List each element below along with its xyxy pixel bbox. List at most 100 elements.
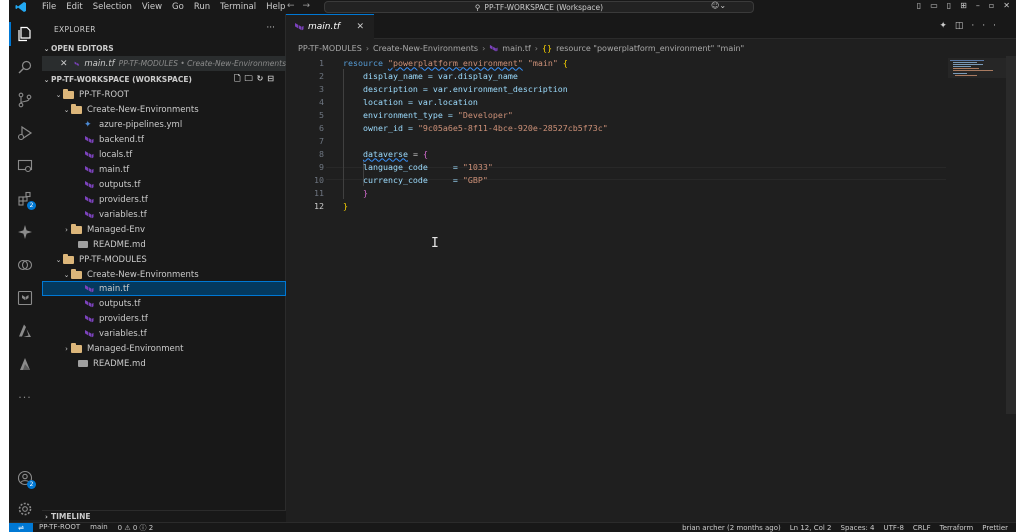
terraform-file-icon — [85, 150, 94, 158]
chevron-down-icon: ⌄ — [55, 90, 62, 99]
layout-icon[interactable]: ⊞ — [960, 1, 967, 10]
minimap[interactable] — [948, 58, 1006, 78]
code-token: "9c05a6e5-8f11-4bce-920e-28527cb5f73c" — [417, 122, 608, 133]
file-label: variables.tf — [99, 328, 147, 339]
open-editors-header[interactable]: ⌄ OPEN EDITORS — [42, 41, 286, 56]
readme-item[interactable]: README.md — [42, 237, 286, 252]
source-control-icon[interactable] — [16, 91, 34, 109]
breadcrumb-item[interactable]: Create-New-Environments — [373, 44, 478, 53]
root-folder-label: PP-TF-ROOT — [79, 89, 129, 100]
menu-view[interactable]: View — [137, 2, 167, 12]
accounts-sync-icon[interactable] — [16, 256, 34, 274]
extensions-icon[interactable]: 2 — [16, 190, 36, 210]
folder-icon — [71, 223, 82, 234]
menu-terminal[interactable]: Terminal — [215, 2, 261, 12]
breadcrumb-item[interactable]: resource "powerplatform_environment" "ma… — [556, 44, 744, 53]
vertical-scrollbar[interactable] — [1006, 56, 1016, 414]
status-git-branch[interactable]: main — [90, 523, 108, 532]
modules-env-folder[interactable]: ⌄ Create-New-Environments — [42, 267, 286, 282]
menu-selection[interactable]: Selection — [88, 2, 137, 12]
menu-edit[interactable]: Edit — [61, 2, 87, 12]
menu-file[interactable]: File — [37, 2, 61, 12]
back-arrow-icon[interactable]: ← — [287, 1, 303, 11]
status-position[interactable]: Ln 12, Col 2 — [790, 524, 832, 532]
modules-folder[interactable]: ⌄ PP-TF-MODULES — [42, 252, 286, 267]
minimize-icon[interactable]: – — [976, 1, 980, 10]
close-window-icon[interactable]: ✕ — [1003, 1, 1010, 10]
file-item[interactable]: backend.tf — [42, 132, 286, 147]
remote-indicator-icon[interactable]: ⇌ — [9, 522, 33, 532]
line-number: 6 — [319, 122, 324, 133]
root-env-folder[interactable]: ⌄ Create-New-Environments — [42, 102, 286, 117]
readme-item[interactable]: README.md — [42, 356, 286, 371]
more-actions-icon[interactable]: ··· — [971, 21, 1004, 31]
file-item[interactable]: variables.tf — [42, 326, 286, 341]
workspace-header[interactable]: ⌄ PP-TF-WORKSPACE (WORKSPACE) 🗋🗀↻⊟ — [42, 72, 286, 87]
status-encoding[interactable]: UTF-8 — [884, 524, 904, 532]
split-editor-icon[interactable]: ◫ — [955, 21, 972, 31]
collapse-all-icon[interactable]: ⊟ — [267, 74, 278, 83]
collapsed-folder[interactable]: › Managed-Environment — [42, 341, 286, 356]
menu-run[interactable]: Run — [189, 2, 215, 12]
copilot-sparkle-icon[interactable]: ✦ — [939, 21, 955, 31]
file-item[interactable]: providers.tf — [42, 311, 286, 326]
status-formatter[interactable]: Prettier — [982, 524, 1008, 532]
readme-label: README.md — [93, 358, 146, 369]
file-item[interactable]: ✦ azure-pipelines.yml — [42, 117, 286, 132]
file-item[interactable]: variables.tf — [42, 207, 286, 222]
toggle-panel-icon[interactable]: ▭ — [930, 1, 938, 10]
status-language[interactable]: Terraform — [940, 524, 974, 532]
file-item[interactable]: outputs.tf — [42, 296, 286, 311]
run-debug-icon[interactable] — [16, 124, 34, 142]
status-workspace[interactable]: PP-TF-ROOT — [39, 523, 80, 532]
file-item[interactable]: main.tf — [42, 162, 286, 177]
forward-arrow-icon[interactable]: → — [303, 1, 319, 11]
collapsed-folder[interactable]: › Managed-Env — [42, 222, 286, 237]
breadcrumb-item[interactable]: main.tf — [502, 44, 530, 53]
explorer-more-icon[interactable]: ··· — [266, 23, 275, 33]
new-folder-icon[interactable]: 🗀 — [245, 74, 257, 83]
extensions-badge: 2 — [27, 201, 36, 210]
copilot-icon[interactable]: ☺⌄ — [711, 1, 726, 10]
azure-icon[interactable] — [16, 322, 34, 340]
status-spaces[interactable]: Spaces: 4 — [841, 524, 875, 532]
maximize-icon[interactable]: ▫ — [989, 1, 994, 10]
open-editor-item[interactable]: ✕ main.tf PP-TF-MODULES • Create-New-Env… — [42, 56, 286, 71]
refresh-icon[interactable]: ↻ — [257, 74, 268, 83]
new-file-icon[interactable]: 🗋 — [234, 74, 244, 83]
remote-explorer-icon[interactable] — [16, 157, 34, 175]
tab-main-tf[interactable]: main.tf ✕ — [286, 14, 374, 39]
close-editor-icon[interactable]: ✕ — [60, 59, 68, 69]
close-tab-icon[interactable]: ✕ — [356, 22, 364, 32]
terraform-file-icon — [74, 61, 80, 66]
status-eol[interactable]: CRLF — [913, 524, 931, 532]
file-item-selected[interactable]: main.tf — [42, 281, 286, 296]
menu-go[interactable]: Go — [167, 2, 189, 12]
file-label: providers.tf — [99, 313, 148, 324]
toggle-secondary-sidebar-icon[interactable]: ▯ — [947, 1, 951, 10]
terraform-view-icon[interactable] — [16, 289, 34, 307]
menu-bar: File Edit Selection View Go Run Terminal… — [37, 2, 290, 12]
command-center[interactable]: ⚲ PP-TF-WORKSPACE (Workspace) — [324, 1, 754, 13]
file-item[interactable]: locals.tf — [42, 147, 286, 162]
search-view-icon[interactable] — [16, 58, 34, 76]
toggle-sidebar-icon[interactable]: ▯ — [917, 1, 921, 10]
markdown-file-icon — [78, 241, 88, 248]
accounts-icon[interactable]: 2 — [16, 469, 36, 489]
file-item[interactable]: outputs.tf — [42, 177, 286, 192]
breadcrumb-item[interactable]: PP-TF-MODULES — [298, 44, 362, 53]
status-problems[interactable]: 0 ⚠ 0 ⓘ 2 — [118, 523, 154, 532]
command-center-label: PP-TF-WORKSPACE (Workspace) — [484, 2, 604, 12]
status-blame[interactable]: brian archer (2 months ago) — [682, 524, 781, 532]
timeline-header[interactable]: › TIMELINE — [42, 510, 286, 522]
root-folder[interactable]: ⌄ PP-TF-ROOT — [42, 87, 286, 102]
text-cursor-icon: I — [431, 236, 439, 251]
more-views-icon[interactable]: ··· — [16, 388, 34, 406]
settings-gear-icon[interactable] — [16, 500, 34, 518]
folder-icon — [71, 268, 82, 279]
file-item[interactable]: providers.tf — [42, 192, 286, 207]
terraform-file-icon — [85, 299, 94, 307]
explorer-icon[interactable] — [16, 25, 34, 43]
copilot-chat-icon[interactable] — [16, 223, 34, 241]
power-platform-icon[interactable] — [16, 355, 34, 373]
